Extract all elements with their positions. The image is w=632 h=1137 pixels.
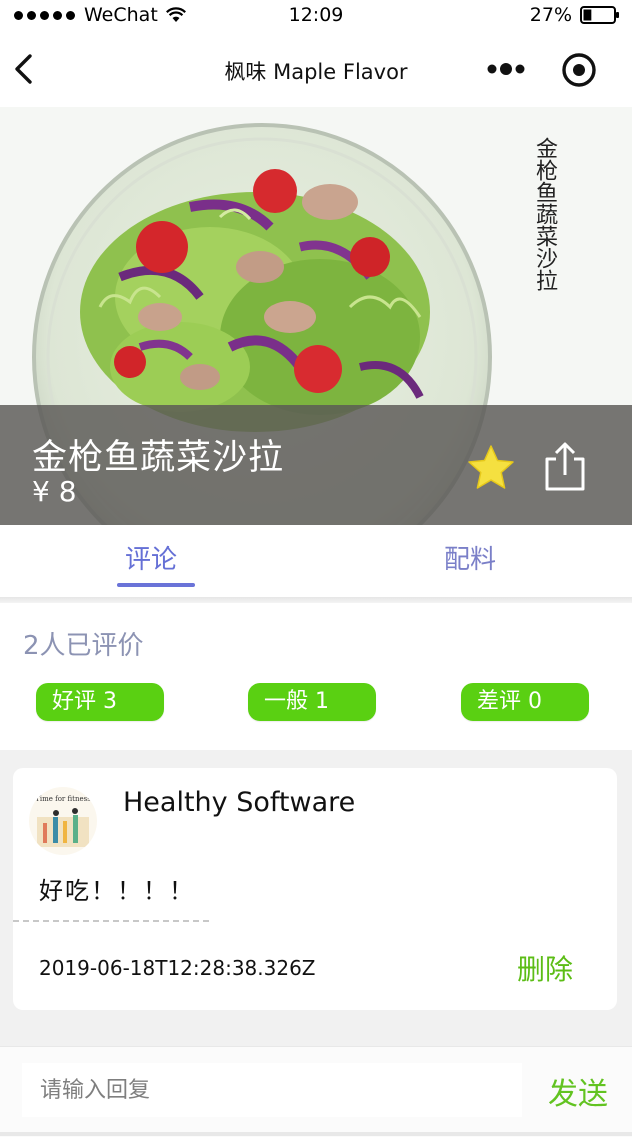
rating-bad-button[interactable]: 差评 0 [461,683,589,721]
fitness-avatar-illustration [37,808,89,847]
nav-bar: 枫味 Maple Flavor [0,32,632,107]
rating-count: 2人已评价 [23,631,144,661]
more-icon[interactable] [484,56,528,82]
rating-good-button[interactable]: 好评 3 [36,683,164,721]
dish-price: ¥ 8 [32,475,77,508]
battery-percent: 27% [529,4,572,26]
share-icon[interactable] [542,441,588,493]
tab-ingredients[interactable]: 配料 [444,539,496,576]
comment-divider [13,920,209,922]
status-bar: WeChat 12:09 27% [0,0,632,32]
star-icon[interactable] [466,443,516,493]
page-title: 枫味 Maple Flavor [224,60,408,84]
close-miniprogram-icon[interactable] [560,51,598,89]
comment-timestamp: 2019-06-18T12:28:38.326Z [39,956,316,980]
bottom-edge [0,1132,632,1136]
comment-text: 好吃！！！！ [39,877,195,905]
comment-username: Healthy Software [123,787,356,818]
rating-average-button[interactable]: 一般 1 [248,683,376,721]
dish-caption-overlay: 金枪鱼蔬菜沙拉 ¥ 8 [0,405,632,525]
image-caption-text: 金枪鱼蔬菜沙拉 [532,137,557,291]
comment-card: Time for fitness Healthy Software 好吃！！！！… [13,768,617,1010]
send-button[interactable]: 发送 [548,1069,608,1113]
reply-input[interactable] [22,1063,522,1117]
avatar[interactable]: Time for fitness [29,787,97,855]
dish-name: 金枪鱼蔬菜沙拉 [32,438,285,478]
tab-active-indicator [117,583,195,587]
reply-bar: 发送 [0,1046,632,1137]
tab-bar: 评论 配料 [0,525,632,597]
battery-icon [580,6,619,24]
dish-image: 金枪鱼蔬菜沙拉 金枪鱼蔬菜沙拉 ¥ 8 [0,107,632,525]
rating-summary: 2人已评价 好评 3 一般 1 差评 0 [0,603,632,750]
delete-comment-button[interactable]: 删除 [517,948,573,988]
tab-comments[interactable]: 评论 [125,539,177,576]
status-right: 27% [530,4,620,26]
